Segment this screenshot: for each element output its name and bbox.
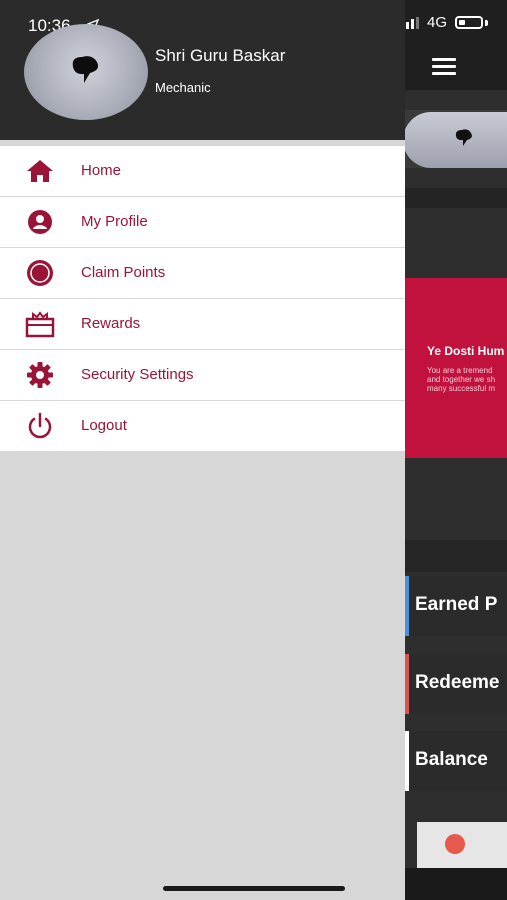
avatar[interactable]: [24, 24, 148, 120]
earned-points-label: Earned P: [415, 594, 498, 615]
product-thumbnail[interactable]: [417, 822, 507, 868]
power-icon: [28, 412, 52, 439]
menu-item-rewards[interactable]: Rewards: [0, 299, 405, 350]
redeemed-points-row[interactable]: Redeeme: [405, 654, 507, 714]
drawer-menu: Home My Profile Claim Points Rewards Sec…: [0, 146, 405, 452]
drawer-header: 10:36 Shri Guru Baskar Mechanic: [0, 0, 405, 140]
menu-item-label: Home: [81, 162, 122, 179]
user-name: Shri Guru Baskar: [155, 46, 286, 65]
menu-item-home[interactable]: Home: [0, 146, 405, 197]
avatar-mark-icon: [455, 129, 472, 146]
menu-item-label: Security Settings: [81, 366, 194, 383]
menu-item-label: My Profile: [81, 213, 148, 230]
status-bar-right: 4G: [405, 0, 507, 44]
banner-title: Ye Dosti Hum: [427, 344, 505, 358]
menu-item-security-settings[interactable]: Security Settings: [0, 350, 405, 401]
home-indicator[interactable]: [163, 886, 345, 891]
app-header: [405, 44, 507, 90]
earned-points-row[interactable]: Earned P: [405, 576, 507, 636]
menu-item-my-profile[interactable]: My Profile: [0, 197, 405, 248]
user-role: Mechanic: [155, 80, 211, 95]
badge-icon: [27, 260, 53, 286]
home-icon: [27, 160, 53, 182]
balance-points-label: Balance: [415, 749, 488, 770]
background-app: 4G Ye Dosti Hum You are a tremend and to…: [405, 0, 507, 900]
balance-points-row[interactable]: Balance: [405, 731, 507, 791]
promo-banner[interactable]: Ye Dosti Hum You are a tremend and toget…: [405, 278, 507, 458]
menu-item-label: Rewards: [81, 315, 141, 332]
profile-avatar: [405, 112, 507, 168]
network-label: 4G: [427, 14, 448, 31]
menu-item-claim-points[interactable]: Claim Points: [0, 248, 405, 299]
battery-icon: [455, 16, 483, 29]
tools-icon: [445, 834, 465, 854]
redeemed-points-label: Redeeme: [415, 672, 500, 693]
navigation-drawer: 10:36 Shri Guru Baskar Mechanic Home My …: [0, 0, 405, 900]
menu-item-logout[interactable]: Logout: [0, 401, 405, 452]
menu-item-label: Logout: [81, 417, 127, 434]
gift-icon: [25, 311, 55, 338]
avatar-mark-icon: [72, 56, 99, 83]
user-circle-icon: [28, 210, 52, 234]
menu-item-label: Claim Points: [81, 264, 166, 281]
gear-icon: [27, 362, 53, 388]
banner-text: You are a tremend and together we sh man…: [427, 366, 496, 393]
hamburger-menu-icon[interactable]: [432, 58, 456, 76]
signal-icon: [405, 17, 421, 29]
